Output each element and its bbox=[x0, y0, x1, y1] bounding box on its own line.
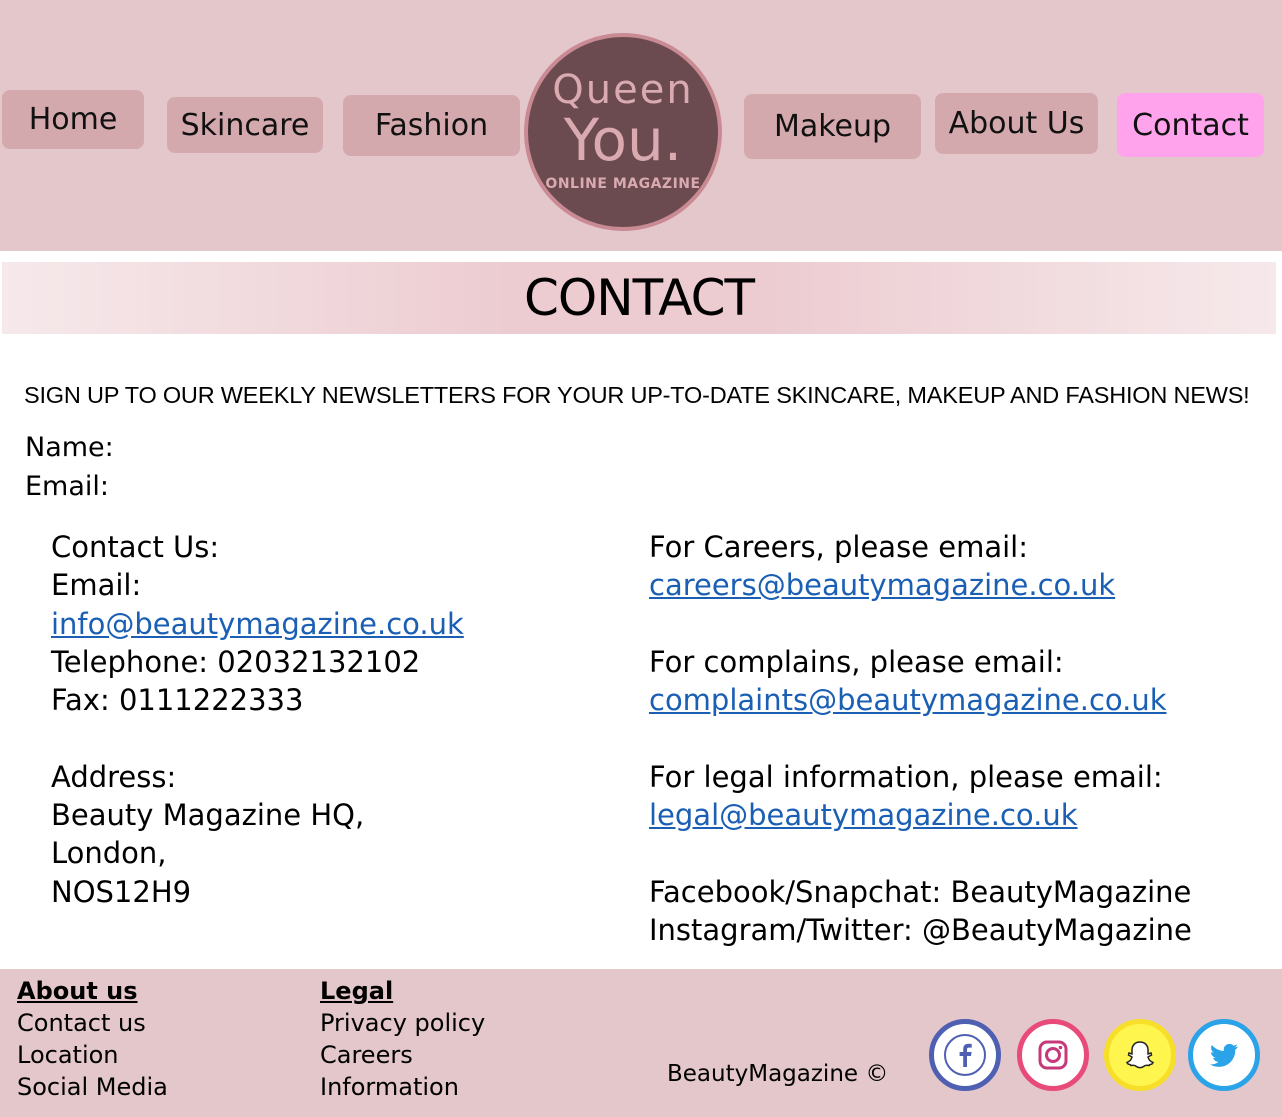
newsletter-text: SIGN UP TO OUR WEEKLY NEWSLETTERS FOR YO… bbox=[24, 382, 1250, 408]
contact-info-column: Contact Us: Email: info@beautymagazine.c… bbox=[51, 528, 464, 911]
nav-skincare-button[interactable]: Skincare bbox=[167, 97, 323, 153]
logo[interactable]: Queen You. ONLINE MAGAZINE bbox=[524, 33, 722, 231]
copyright-text: BeautyMagazine © bbox=[667, 1061, 889, 1087]
legal-label: For legal information, please email: bbox=[649, 759, 1163, 794]
address-line: London, bbox=[51, 836, 167, 871]
header: Home Skincare Fashion Queen You. ONLINE … bbox=[0, 0, 1282, 251]
address-label: Address: bbox=[51, 759, 177, 794]
footer-about-column: About us Contact us Location Social Medi… bbox=[17, 975, 168, 1103]
logo-subtitle: ONLINE MAGAZINE bbox=[545, 176, 701, 192]
department-contacts-column: For Careers, please email: careers@beaut… bbox=[649, 528, 1192, 949]
footer-link-contact-us[interactable]: Contact us bbox=[17, 1007, 168, 1039]
instagram-twitter-handle: Instagram/Twitter: @BeautyMagazine bbox=[649, 912, 1192, 947]
footer-legal-heading[interactable]: Legal bbox=[320, 975, 485, 1007]
legal-email-link[interactable]: legal@beautymagazine.co.uk bbox=[649, 798, 1078, 832]
facebook-snapchat-handle: Facebook/Snapchat: BeautyMagazine bbox=[649, 874, 1192, 909]
twitter-icon[interactable] bbox=[1188, 1019, 1260, 1091]
nav-about-button[interactable]: About Us bbox=[935, 93, 1098, 154]
email-field-label: Email: bbox=[25, 471, 110, 502]
footer: About us Contact us Location Social Medi… bbox=[0, 969, 1282, 1117]
logo-text-you: You. bbox=[563, 106, 683, 174]
footer-legal-column: Legal Privacy policy Careers Information bbox=[320, 975, 485, 1103]
name-field-label: Name: bbox=[25, 432, 114, 463]
footer-about-heading[interactable]: About us bbox=[17, 975, 168, 1007]
careers-email-link[interactable]: careers@beautymagazine.co.uk bbox=[649, 568, 1115, 602]
contact-heading: Contact Us: bbox=[51, 530, 220, 564]
facebook-icon[interactable] bbox=[929, 1019, 1001, 1091]
instagram-icon[interactable] bbox=[1017, 1019, 1089, 1091]
page-title-banner: CONTACT bbox=[2, 262, 1276, 334]
page-title: CONTACT bbox=[523, 269, 755, 327]
nav-contact-button[interactable]: Contact bbox=[1117, 93, 1264, 157]
telephone-text: Telephone: 02032132102 bbox=[51, 644, 421, 679]
complaints-email-link[interactable]: complaints@beautymagazine.co.uk bbox=[649, 683, 1167, 717]
info-email-link[interactable]: info@beautymagazine.co.uk bbox=[51, 607, 464, 641]
address-line: NOS12H9 bbox=[51, 874, 192, 909]
nav-fashion-button[interactable]: Fashion bbox=[343, 95, 520, 156]
footer-link-information[interactable]: Information bbox=[320, 1071, 485, 1103]
careers-label: For Careers, please email: bbox=[649, 530, 1028, 564]
footer-link-social-media[interactable]: Social Media bbox=[17, 1071, 168, 1103]
snapchat-icon[interactable] bbox=[1104, 1019, 1176, 1091]
nav-home-button[interactable]: Home bbox=[2, 90, 144, 149]
footer-link-privacy-policy[interactable]: Privacy policy bbox=[320, 1007, 485, 1039]
footer-link-location[interactable]: Location bbox=[17, 1039, 168, 1071]
footer-link-careers[interactable]: Careers bbox=[320, 1039, 485, 1071]
contact-email-label: Email: bbox=[51, 568, 142, 603]
complaints-label: For complains, please email: bbox=[649, 644, 1064, 679]
nav-makeup-button[interactable]: Makeup bbox=[744, 94, 921, 159]
fax-text: Fax: 0111222333 bbox=[51, 683, 304, 718]
address-line: Beauty Magazine HQ, bbox=[51, 798, 365, 833]
